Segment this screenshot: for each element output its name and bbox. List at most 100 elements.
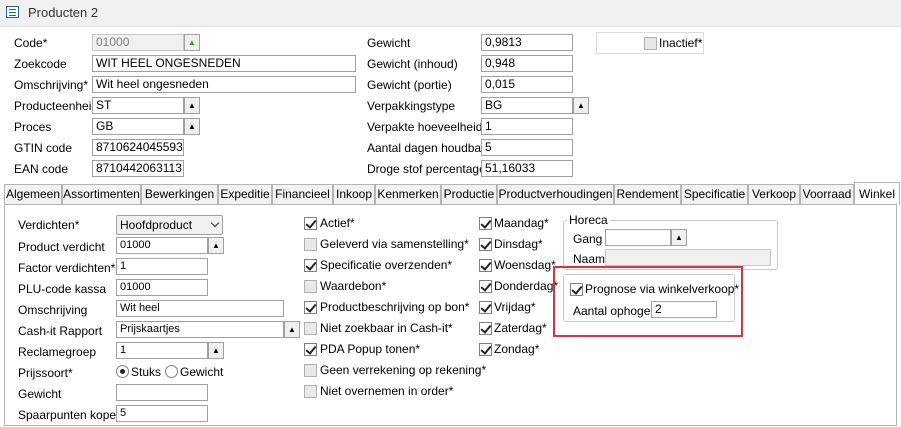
houdbaar-input[interactable]: 5	[481, 139, 573, 156]
plu-code-label: PLU-code kassa	[18, 282, 107, 296]
verpakkingstype-lookup-button[interactable]: ▲	[573, 97, 589, 114]
specificatie-checkbox[interactable]	[304, 259, 317, 272]
gewicht-inhoud-input[interactable]: 0,948	[481, 55, 573, 72]
verpakkingstype-input[interactable]: BG	[481, 97, 573, 114]
inactief-checkbox[interactable]	[644, 37, 657, 50]
prijssoort-stuks-radio[interactable]	[116, 365, 129, 378]
gtin-input[interactable]: 8710624045593	[92, 139, 184, 156]
tab-financieel[interactable]: Financieel	[272, 184, 333, 204]
code-label: Code*	[14, 36, 48, 50]
tab-rendement[interactable]: Rendement	[614, 184, 681, 204]
product-verdicht-lookup-button[interactable]: ▲	[208, 237, 224, 254]
product-verdicht-label: Product verdicht	[18, 240, 105, 254]
geen-verrekening-checkbox[interactable]	[304, 364, 317, 377]
dinsdag-checkbox[interactable]	[479, 238, 492, 251]
zoekcode-label: Zoekcode	[14, 57, 67, 71]
cash-it-rapport-lookup-button[interactable]: ▲	[284, 321, 300, 338]
tab-bewerkingen[interactable]: Bewerkingen	[141, 184, 218, 204]
reclamegroep-input[interactable]: 1	[116, 342, 208, 359]
winkel-omschrijving-input[interactable]: Wit heel	[116, 300, 284, 317]
naam-input[interactable]	[605, 249, 771, 266]
tab-specificatie[interactable]: Specificatie	[681, 184, 748, 204]
inactief-label: Inactief*	[659, 36, 703, 50]
gang-lookup-button[interactable]: ▲	[671, 229, 687, 246]
niet-zoekbaar-checkbox[interactable]	[304, 322, 317, 335]
zondag-label: Zondag*	[494, 342, 540, 356]
omschrijving-input[interactable]: Wit heel ongesneden	[92, 76, 356, 93]
proces-lookup-button[interactable]: ▲	[184, 118, 200, 135]
tab-productie[interactable]: Productie	[441, 184, 497, 204]
tab-kenmerken[interactable]: Kenmerken	[375, 184, 441, 204]
gewicht-inhoud-label: Gewicht (inhoud)	[367, 57, 458, 71]
pda-popup-checkbox[interactable]	[304, 343, 317, 356]
verpakkingstype-label: Verpakkingstype	[367, 99, 456, 113]
reclamegroep-label: Reclamegroep	[18, 345, 97, 359]
tab-assortimenten[interactable]: Assortimenten	[62, 184, 141, 204]
verpakte-hoeveelheid-input[interactable]: 1	[481, 118, 573, 135]
specificatie-label: Specificatie overzenden*	[320, 258, 453, 272]
pda-popup-label: PDA Popup tonen*	[320, 342, 421, 356]
producteenheid-lookup-button[interactable]: ▲	[184, 97, 200, 114]
gang-label: Gang	[573, 232, 603, 246]
product-verdicht-input[interactable]: 01000	[116, 237, 208, 254]
producteenheid-input[interactable]: ST	[92, 97, 184, 114]
gewicht-portie-input[interactable]: 0,015	[481, 76, 573, 93]
zaterdag-checkbox[interactable]	[479, 322, 492, 335]
geleverd-label: Geleverd via samenstelling*	[320, 237, 469, 251]
woensdag-checkbox[interactable]	[479, 259, 492, 272]
tab-inkoop[interactable]: Inkoop	[333, 184, 375, 204]
cash-it-rapport-input[interactable]: Prijskaartjes	[116, 321, 284, 338]
winkel-omschrijving-label: Omschrijving	[18, 303, 88, 317]
proces-input[interactable]: GB	[92, 118, 184, 135]
gewicht-label: Gewicht	[367, 36, 411, 50]
tab-productverhoudingen[interactable]: Productverhoudingen	[497, 184, 614, 204]
title-bar: Producten 2	[0, 0, 901, 27]
maandag-checkbox[interactable]	[479, 217, 492, 230]
zondag-checkbox[interactable]	[479, 343, 492, 356]
winkel-gewicht-input[interactable]	[116, 384, 208, 401]
producteenheid-label: Producteenheid	[14, 99, 99, 113]
prijssoort-gewicht-radio[interactable]	[165, 365, 178, 378]
vrijdag-checkbox[interactable]	[479, 301, 492, 314]
droge-stof-input[interactable]: 51,16033	[481, 160, 573, 177]
table-icon	[6, 6, 19, 18]
tab-expeditie[interactable]: Expeditie	[218, 184, 272, 204]
tab-verkoop[interactable]: Verkoop	[748, 184, 800, 204]
waardebon-label: Waardebon*	[320, 279, 387, 293]
geen-verrekening-label: Geen verrekening op rekening*	[320, 363, 487, 377]
window-title: Producten 2	[28, 5, 99, 20]
prijssoort-label: Prijssoort*	[18, 366, 73, 380]
niet-overnemen-checkbox[interactable]	[304, 385, 317, 398]
factor-verdichten-label: Factor verdichten*	[18, 261, 116, 275]
code-lookup-button[interactable]: ▲	[184, 34, 200, 51]
productbeschrijving-checkbox[interactable]	[304, 301, 317, 314]
spaarpunten-input[interactable]: 5	[116, 405, 208, 422]
omschrijving-label: Omschrijving*	[14, 78, 89, 92]
plu-code-input[interactable]: 01000	[116, 279, 208, 296]
reclamegroep-lookup-button[interactable]: ▲	[208, 342, 224, 359]
niet-overnemen-label: Niet overnemen in order*	[320, 384, 454, 398]
factor-verdichten-input[interactable]: 1	[116, 258, 208, 275]
winkel-gewicht-label: Gewicht	[18, 387, 62, 401]
highlight-box	[553, 266, 743, 337]
donderdag-label: Donderdag*	[494, 279, 559, 293]
proces-label: Proces	[14, 120, 52, 134]
geleverd-checkbox[interactable]	[304, 238, 317, 251]
ean-label: EAN code	[14, 162, 69, 176]
spaarpunten-label: Spaarpunten kopen	[18, 408, 123, 422]
code-input[interactable]: 01000	[92, 34, 184, 51]
productbeschrijving-label: Productbeschrijving op bon*	[320, 300, 470, 314]
gewicht-input[interactable]: 0,9813	[481, 34, 573, 51]
ean-input[interactable]: 8710442063113	[92, 160, 184, 177]
droge-stof-label: Droge stof percentage	[367, 162, 486, 176]
donderdag-checkbox[interactable]	[479, 280, 492, 293]
gang-input[interactable]	[605, 229, 671, 246]
waardebon-checkbox[interactable]	[304, 280, 317, 293]
tab-winkel[interactable]: Winkel	[854, 182, 900, 205]
verdichten-value: Hoofdproduct	[120, 218, 193, 232]
tab-algemeen[interactable]: Algemeen	[4, 184, 62, 204]
actief-checkbox[interactable]	[304, 217, 317, 230]
tab-voorraad[interactable]: Voorraad	[800, 184, 854, 204]
verdichten-select[interactable]: Hoofdproduct	[116, 215, 223, 235]
zoekcode-input[interactable]: WIT HEEL ONGESNEDEN	[92, 55, 356, 72]
